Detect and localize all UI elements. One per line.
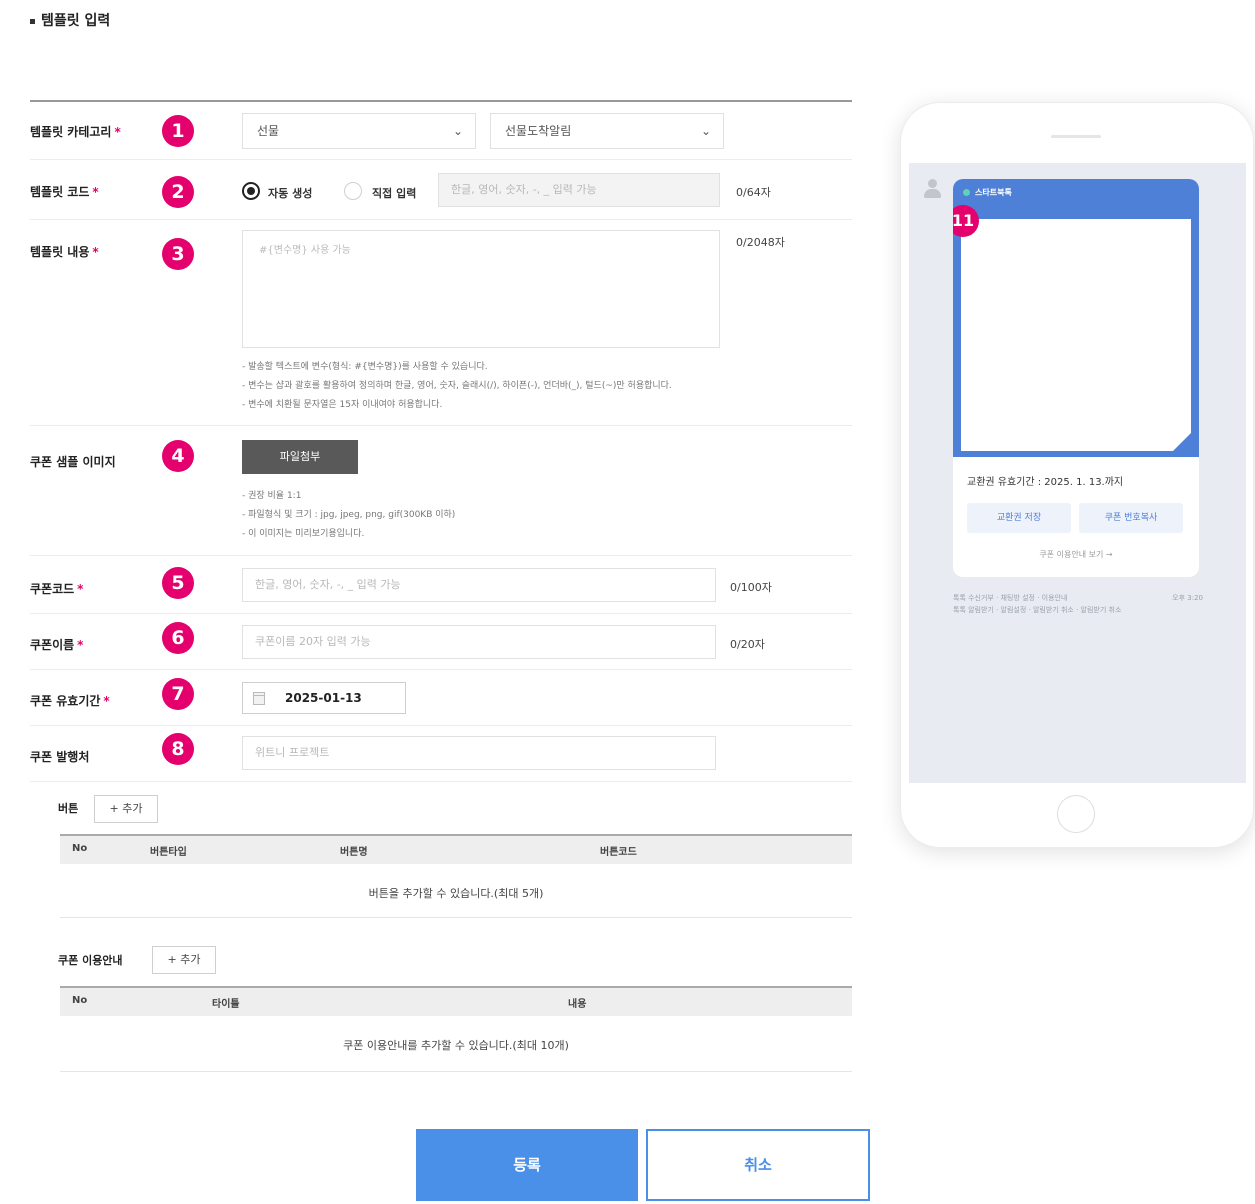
cancel-button[interactable]: 취소 [646, 1129, 870, 1201]
guide-table-header: No 타이틀 내용 [60, 986, 852, 1016]
card-image-placeholder [961, 219, 1191, 451]
category-label: 템플릿 카테고리 * [30, 125, 121, 139]
col-title: 타이틀 [212, 999, 240, 1010]
profile-avatar-icon [923, 179, 941, 199]
col-content: 내용 [568, 999, 587, 1010]
phone-home-button [1057, 795, 1095, 833]
code-label: 템플릿 코드 * [30, 185, 99, 199]
issuer-label: 쿠폰 발행처 [30, 750, 90, 764]
issuer-input[interactable]: 위트니 프로젝트 [242, 736, 716, 770]
validity-label: 쿠폰 유효기간 * [30, 694, 110, 708]
col-button-code: 버튼코드 [600, 847, 637, 858]
code-counter: 0/64자 [736, 186, 771, 199]
section-title: 템플릿 입력 [30, 10, 110, 30]
card-validity-text: 교환권 유효기간 : 2025. 1. 13.까지 [967, 477, 1124, 488]
radio-manual-label: 직접 입력 [372, 187, 417, 200]
card-corner-fold [1167, 425, 1199, 457]
chevron-down-icon: ⌄ [700, 124, 711, 138]
coupon-name-input[interactable]: 쿠폰이름 20자 입력 가능 [242, 625, 716, 659]
badge-4: 4 [162, 440, 194, 472]
validity-row [30, 670, 852, 726]
col-no: No [72, 843, 88, 854]
card-brand-chip: 스타트북톡 [963, 187, 1012, 198]
template-content-textarea[interactable]: #{변수명} 사용 가능 [242, 230, 720, 348]
coupon-code-input[interactable]: 한글, 영어, 숫자, -, _ 입력 가능 [242, 568, 716, 602]
content-counter: 0/2048자 [736, 236, 785, 249]
buttons-table-body: 버튼을 추가할 수 있습니다.(최대 5개) [60, 866, 852, 918]
badge-1: 1 [162, 115, 194, 147]
badge-6: 6 [162, 622, 194, 654]
badge-2: 2 [162, 176, 194, 208]
image-label: 쿠폰 샘플 이미지 [30, 455, 116, 469]
template-code-input[interactable]: 한글, 영어, 숫자, -, _ 입력 가능 [438, 173, 720, 207]
badge-3: 3 [162, 238, 194, 270]
phone-preview: 스타트북톡 11 교환권 유효기간 : 2025. 1. 13.까지 교환권 저… [900, 102, 1254, 848]
validity-date-picker[interactable]: 2025-01-13 [242, 682, 406, 714]
card-save-button: 교환권 저장 [967, 503, 1071, 533]
file-attach-button[interactable]: 파일첨부 [242, 440, 358, 474]
coupon-name-label: 쿠폰이름 * [30, 638, 84, 652]
image-help: - 권장 비율 1:1 - 파일형식 및 크기 : jpg, jpeg, png… [242, 491, 456, 539]
phone-speaker [1051, 135, 1101, 138]
badge-7: 7 [162, 678, 194, 710]
buttons-table-header: No 버튼타입 버튼명 버튼코드 [60, 834, 852, 864]
col-no: No [72, 995, 88, 1006]
chevron-down-icon: ⌄ [452, 124, 463, 138]
badge-5: 5 [162, 567, 194, 599]
radio-manual[interactable] [344, 182, 362, 200]
submit-button[interactable]: 등록 [416, 1129, 638, 1201]
content-label: 템플릿 내용 * [30, 245, 99, 259]
coupon-code-label: 쿠폰코드 * [30, 582, 84, 596]
card-header: 스타트북톡 [953, 179, 1199, 457]
col-button-type: 버튼타입 [150, 847, 187, 858]
guide-empty-message: 쿠폰 이용안내를 추가할 수 있습니다.(최대 10개) [343, 1039, 569, 1052]
radio-auto[interactable] [242, 182, 260, 200]
screen-footer-2: 톡톡 알림받기 · 알림설정 · 알림받기 취소 · 알림받기 취소 [953, 606, 1122, 614]
add-button-button[interactable]: + 추가 [94, 795, 158, 823]
phone-screen: 스타트북톡 11 교환권 유효기간 : 2025. 1. 13.까지 교환권 저… [909, 163, 1246, 783]
card-guide-link: 쿠폰 이용안내 보기 → [1039, 550, 1113, 559]
category-select[interactable]: 선물 ⌄ [242, 113, 476, 149]
subcategory-select[interactable]: 선물도착알림 ⌄ [490, 113, 724, 149]
badge-8: 8 [162, 733, 194, 765]
col-button-name: 버튼명 [340, 847, 368, 858]
card-copy-button: 쿠폰 번호복사 [1079, 503, 1183, 533]
buttons-empty-message: 버튼을 추가할 수 있습니다.(최대 5개) [368, 887, 544, 900]
guide-section-label: 쿠폰 이용안내 [58, 954, 123, 967]
guide-table-body: 쿠폰 이용안내를 추가할 수 있습니다.(최대 10개) [60, 1018, 852, 1072]
radio-auto-label: 자동 생성 [268, 187, 313, 200]
calendar-icon [253, 692, 265, 705]
subcategory-select-value: 선물도착알림 [505, 124, 572, 138]
coupon-name-counter: 0/20자 [730, 638, 765, 651]
content-help: - 발송할 텍스트에 변수(형식: #{변수명})를 사용할 수 있습니다. -… [242, 362, 672, 410]
validity-date-value: 2025-01-13 [285, 691, 362, 705]
screen-footer-1: 톡톡 수신거부 · 채팅방 설정 · 이용안내 오후 3:20 [953, 594, 1203, 602]
coupon-code-counter: 0/100자 [730, 581, 772, 594]
buttons-section-label: 버튼 [58, 802, 79, 815]
category-select-value: 선물 [257, 124, 280, 138]
coupon-preview-card: 스타트북톡 11 교환권 유효기간 : 2025. 1. 13.까지 교환권 저… [953, 179, 1199, 577]
add-guide-button[interactable]: + 추가 [152, 946, 216, 974]
